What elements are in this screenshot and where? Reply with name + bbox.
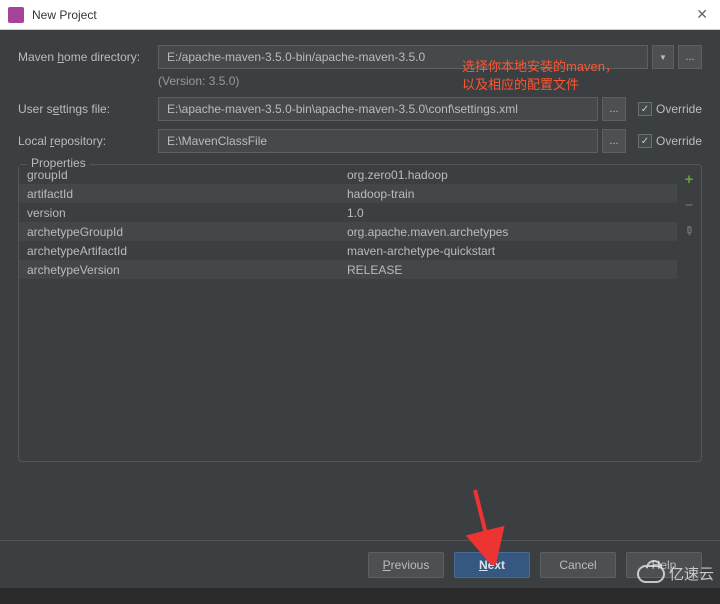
properties-toolbar: + − ✎ [677, 165, 701, 461]
table-row[interactable]: archetypeArtifactId maven-archetype-quic… [19, 241, 677, 260]
user-settings-browse[interactable]: ... [602, 97, 626, 121]
local-repo-input[interactable] [158, 129, 598, 153]
title-bar: New Project ✕ [0, 0, 720, 30]
local-repo-browse[interactable]: ... [602, 129, 626, 153]
properties-table[interactable]: groupId org.zero01.hadoop artifactId had… [19, 165, 677, 461]
table-row[interactable]: artifactId hadoop-train [19, 184, 677, 203]
table-row[interactable]: archetypeGroupId org.apache.maven.archet… [19, 222, 677, 241]
maven-version-text: (Version: 3.5.0) [158, 74, 702, 88]
maven-home-browse[interactable]: ... [678, 45, 702, 69]
table-row[interactable]: version 1.0 [19, 203, 677, 222]
properties-legend: Properties [27, 156, 90, 170]
cancel-button[interactable]: Cancel [540, 552, 616, 578]
properties-panel: Properties groupId org.zero01.hadoop art… [18, 164, 702, 462]
local-repo-override-label: Override [656, 134, 702, 148]
button-bar: Previous Next Cancel Help [0, 540, 720, 588]
annotation-text: 选择你本地安装的maven， 以及相应的配置文件 [462, 58, 618, 94]
maven-home-label: Maven home directory: [18, 50, 158, 64]
local-repo-row: Local repository: ... ✓ Override [18, 128, 702, 154]
previous-button[interactable]: Previous [368, 552, 444, 578]
user-settings-override-checkbox[interactable]: ✓ [638, 102, 652, 116]
local-repo-override-checkbox[interactable]: ✓ [638, 134, 652, 148]
user-settings-override-label: Override [656, 102, 702, 116]
edit-property-icon[interactable]: ✎ [678, 220, 701, 243]
next-button[interactable]: Next [454, 552, 530, 578]
add-property-icon[interactable]: + [681, 171, 697, 187]
app-icon [8, 7, 24, 23]
user-settings-input[interactable] [158, 97, 598, 121]
local-repo-label: Local repository: [18, 134, 158, 148]
user-settings-label: User settings file: [18, 102, 158, 116]
dialog-body: Maven home directory: ▼ ... (Version: 3.… [0, 30, 720, 540]
close-icon[interactable]: ✕ [692, 6, 712, 23]
table-row[interactable]: groupId org.zero01.hadoop [19, 165, 677, 184]
user-settings-row: User settings file: ... ✓ Override [18, 96, 702, 122]
remove-property-icon[interactable]: − [681, 197, 697, 213]
window-title: New Project [32, 8, 692, 22]
table-row[interactable]: archetypeVersion RELEASE [19, 260, 677, 279]
maven-home-dropdown[interactable]: ▼ [652, 45, 674, 69]
help-button[interactable]: Help [626, 552, 702, 578]
